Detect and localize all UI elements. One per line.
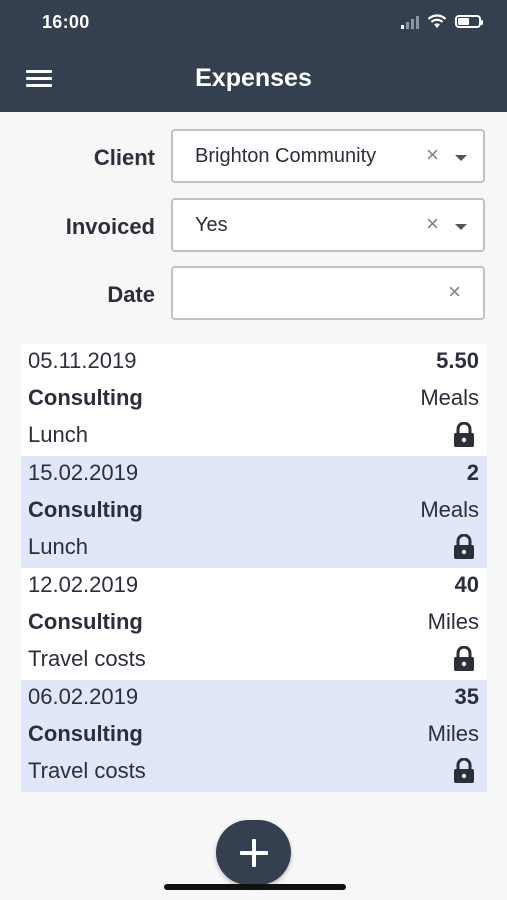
wifi-icon: [427, 14, 447, 28]
page-title: Expenses: [195, 64, 312, 92]
invoiced-label: Invoiced: [65, 214, 155, 239]
expense-date: 05.11.2019: [28, 348, 137, 373]
expense-project: Consulting: [28, 497, 143, 522]
expense-project: Consulting: [28, 385, 143, 410]
client-select[interactable]: Brighton Community ×: [171, 129, 485, 183]
client-label: Client: [93, 145, 155, 170]
date-field[interactable]: ×: [171, 266, 485, 320]
expense-amount: 35: [454, 684, 479, 709]
expense-date: 06.02.2019: [28, 684, 139, 709]
client-filter-row: Client Brighton Community ×: [0, 129, 507, 185]
lock-icon: [454, 534, 474, 559]
invoiced-select[interactable]: Yes ×: [171, 198, 485, 252]
status-time: 16:00: [42, 12, 90, 32]
expense-category: Miles: [427, 609, 479, 634]
expense-description: Lunch: [28, 422, 88, 447]
lock-icon: [454, 758, 474, 783]
expense-category: Meals: [420, 497, 479, 522]
expense-project: Consulting: [28, 721, 143, 746]
expense-description: Lunch: [28, 534, 88, 559]
date-label: Date: [107, 282, 155, 307]
invoiced-filter-row: Invoiced Yes ×: [0, 198, 507, 254]
home-indicator[interactable]: [164, 884, 346, 890]
expense-description: Travel costs: [28, 646, 146, 671]
app-header: 16:00 Expenses: [0, 0, 507, 112]
expense-date: 15.02.2019: [28, 460, 139, 485]
lock-icon: [454, 646, 474, 671]
add-expense-button[interactable]: [216, 820, 291, 885]
expense-item[interactable]: 12.02.2019 40 Consulting Miles Travel cost…: [21, 568, 487, 680]
expense-category: Meals: [420, 385, 479, 410]
expense-amount: 5.50: [436, 348, 479, 373]
expense-project: Consulting: [28, 609, 143, 634]
expense-list: 05.11.2019 5.50 Consulting Meals Lunch 15.…: [21, 344, 487, 792]
expense-item[interactable]: 15.02.2019 2 Consulting Meals Lunch: [21, 456, 487, 568]
client-value: Brighton Community: [195, 145, 377, 167]
expense-category: Miles: [427, 721, 479, 746]
lock-icon: [454, 422, 474, 447]
expense-item[interactable]: 05.11.2019 5.50 Consulting Meals Lunch: [21, 344, 487, 456]
client-clear-icon[interactable]: ×: [426, 142, 439, 168]
expense-date: 12.02.2019: [28, 572, 139, 597]
battery-icon: [455, 15, 483, 28]
expense-amount: 2: [466, 460, 479, 485]
date-clear-icon[interactable]: ×: [448, 279, 461, 305]
chevron-down-icon[interactable]: [455, 155, 467, 161]
status-icons: [401, 14, 483, 29]
invoiced-value: Yes: [195, 214, 228, 236]
signal-icon: [401, 15, 419, 29]
date-filter-row: Date ×: [0, 266, 507, 322]
chevron-down-icon[interactable]: [455, 224, 467, 230]
expense-amount: 40: [454, 572, 479, 597]
expense-item[interactable]: 06.02.2019 35 Consulting Miles Travel cost…: [21, 680, 487, 792]
expense-description: Travel costs: [28, 758, 146, 783]
invoiced-clear-icon[interactable]: ×: [426, 211, 439, 237]
